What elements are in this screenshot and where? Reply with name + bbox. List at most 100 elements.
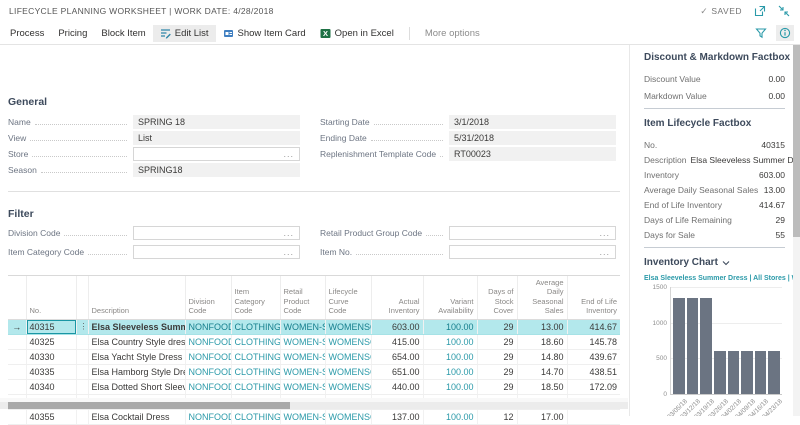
table-row[interactable]: 40330Elsa Yacht Style DressNONFOODCLOTHI…: [8, 349, 620, 364]
cell-actual_inventory[interactable]: 137.00: [371, 409, 423, 424]
cell-average_daily_seasonal_sales[interactable]: 17.00: [517, 409, 567, 424]
process-menu[interactable]: Process: [3, 25, 51, 42]
vertical-scrollbar[interactable]: [793, 45, 800, 416]
cell-division_code[interactable]: NONFOOD: [185, 334, 231, 349]
column-header-description[interactable]: Description: [88, 276, 185, 319]
factbox-field-value[interactable]: 0.00: [768, 91, 785, 101]
table-row[interactable]: 40355Elsa Cocktail DressNONFOODCLOTHINGW…: [8, 409, 620, 424]
lookup-button[interactable]: ...: [599, 229, 610, 238]
popout-button[interactable]: [754, 5, 766, 17]
filter-button[interactable]: [752, 25, 770, 41]
cell-actual_inventory[interactable]: 440.00: [371, 379, 423, 394]
cell-average_daily_seasonal_sales[interactable]: 14.80: [517, 349, 567, 364]
cell-description[interactable]: Elsa Sleeveless Summer Dress: [88, 319, 185, 334]
row-selector-cell[interactable]: [8, 379, 26, 394]
ending-date-input[interactable]: 5/31/2018: [449, 131, 616, 145]
column-header-average_daily_seasonal_sales[interactable]: Average Daily Seasonal Sales: [517, 276, 567, 319]
column-header-no[interactable]: No.: [26, 276, 76, 319]
cell-actual_inventory[interactable]: 603.00: [371, 319, 423, 334]
factbox-field-value[interactable]: Elsa Sleeveless Summer Dress: [691, 155, 793, 165]
lookup-button[interactable]: ...: [283, 150, 294, 159]
cell-lifecycle_curve_code[interactable]: WOMENSCLO...: [325, 334, 371, 349]
inventory-chart-header[interactable]: Inventory Chart: [644, 257, 785, 268]
cell-item_category_code[interactable]: CLOTHING: [231, 349, 280, 364]
lookup-button[interactable]: ...: [283, 229, 294, 238]
column-header-actual_inventory[interactable]: Actual Inventory: [371, 276, 423, 319]
retail-product-group-code-input[interactable]: ...: [449, 226, 616, 240]
view-input[interactable]: List: [133, 131, 300, 145]
cell-description[interactable]: Elsa Hamborg Style Dress: [88, 364, 185, 379]
cell-lifecycle_curve_code[interactable]: WOMENSCLO...: [325, 364, 371, 379]
division-code-input[interactable]: ...: [133, 226, 300, 240]
collapse-button[interactable]: [778, 5, 790, 17]
factbox-toggle-button[interactable]: [776, 25, 794, 41]
cell-description[interactable]: Elsa Yacht Style Dress: [88, 349, 185, 364]
cell-item_category_code[interactable]: CLOTHING: [231, 409, 280, 424]
cell-description[interactable]: Elsa Dotted Short Sleeve Dress: [88, 379, 185, 394]
season-input[interactable]: SPRING18: [133, 163, 300, 177]
lookup-button[interactable]: ...: [283, 248, 294, 257]
row-selector-cell[interactable]: [8, 334, 26, 349]
cell-retail_product_code[interactable]: WOMEN-S: [280, 409, 325, 424]
row-menu-cell[interactable]: [76, 349, 88, 364]
column-header-retail_product_code[interactable]: Retail Product Code: [280, 276, 325, 319]
pricing-menu[interactable]: Pricing: [51, 25, 94, 42]
edit-list-button[interactable]: Edit List: [153, 25, 216, 42]
cell-variant_availability[interactable]: 100.00: [423, 409, 477, 424]
row-menu-cell[interactable]: [76, 379, 88, 394]
cell-division_code[interactable]: NONFOOD: [185, 364, 231, 379]
horizontal-scrollbar[interactable]: [0, 402, 628, 409]
cell-days_of_stock_cover[interactable]: 29: [477, 319, 517, 334]
cell-end_of_life_inventory[interactable]: 145.78: [567, 334, 620, 349]
column-header-division_code[interactable]: Division Code: [185, 276, 231, 319]
cell-division_code[interactable]: NONFOOD: [185, 319, 231, 334]
cell-lifecycle_curve_code[interactable]: WOMENSCLO...: [325, 379, 371, 394]
cell-description[interactable]: Elsa Cocktail Dress: [88, 409, 185, 424]
factbox-field-value[interactable]: 40315: [761, 140, 785, 150]
cell-days_of_stock_cover[interactable]: 29: [477, 379, 517, 394]
column-header-item_category_code[interactable]: Item Category Code: [231, 276, 280, 319]
item-no-input[interactable]: ...: [449, 245, 616, 259]
row-menu-cell[interactable]: ⋮: [76, 319, 88, 334]
cell-retail_product_code[interactable]: WOMEN-S: [280, 379, 325, 394]
store-input[interactable]: ...: [133, 147, 300, 161]
vertical-scrollbar-thumb[interactable]: [793, 45, 800, 237]
column-header-lifecycle_curve_code[interactable]: Lifecycle Curve Code: [325, 276, 371, 319]
cell-days_of_stock_cover[interactable]: 29: [477, 334, 517, 349]
lookup-button[interactable]: ...: [599, 248, 610, 257]
cell-no[interactable]: 40335: [26, 364, 76, 379]
name-input[interactable]: SPRING 18: [133, 115, 300, 129]
cell-actual_inventory[interactable]: 415.00: [371, 334, 423, 349]
row-selector-cell[interactable]: →: [8, 319, 26, 334]
cell-no[interactable]: 40325: [26, 334, 76, 349]
cell-retail_product_code[interactable]: WOMEN-S: [280, 334, 325, 349]
cell-lifecycle_curve_code[interactable]: WOMENSCLO...: [325, 349, 371, 364]
cell-division_code[interactable]: NONFOOD: [185, 349, 231, 364]
factbox-field-value[interactable]: 29: [776, 215, 785, 225]
show-item-card-button[interactable]: Show Item Card: [216, 25, 313, 42]
cell-end_of_life_inventory[interactable]: [567, 409, 620, 424]
row-menu-cell[interactable]: [76, 334, 88, 349]
cell-average_daily_seasonal_sales[interactable]: 13.00: [517, 319, 567, 334]
cell-variant_availability[interactable]: 100.00: [423, 379, 477, 394]
cell-no[interactable]: 40315: [26, 319, 76, 334]
cell-variant_availability[interactable]: 100.00: [423, 364, 477, 379]
horizontal-scrollbar-thumb[interactable]: [8, 402, 290, 409]
table-row[interactable]: 40335Elsa Hamborg Style DressNONFOODCLOT…: [8, 364, 620, 379]
cell-variant_availability[interactable]: 100.00: [423, 349, 477, 364]
cell-days_of_stock_cover[interactable]: 12: [477, 409, 517, 424]
cell-actual_inventory[interactable]: 654.00: [371, 349, 423, 364]
table-row[interactable]: 40340Elsa Dotted Short Sleeve DressNONFO…: [8, 379, 620, 394]
cell-lifecycle_curve_code[interactable]: WOMENSCLO...: [325, 319, 371, 334]
cell-average_daily_seasonal_sales[interactable]: 14.70: [517, 364, 567, 379]
cell-days_of_stock_cover[interactable]: 29: [477, 364, 517, 379]
cell-variant_availability[interactable]: 100.00: [423, 319, 477, 334]
block-item-button[interactable]: Block Item: [94, 25, 152, 42]
cell-lifecycle_curve_code[interactable]: WOMENSCLO...: [325, 409, 371, 424]
cell-item_category_code[interactable]: CLOTHING: [231, 379, 280, 394]
factbox-field-value[interactable]: 603.00: [759, 170, 785, 180]
cell-end_of_life_inventory[interactable]: 439.67: [567, 349, 620, 364]
cell-average_daily_seasonal_sales[interactable]: 18.60: [517, 334, 567, 349]
cell-actual_inventory[interactable]: 651.00: [371, 364, 423, 379]
cell-no[interactable]: 40340: [26, 379, 76, 394]
